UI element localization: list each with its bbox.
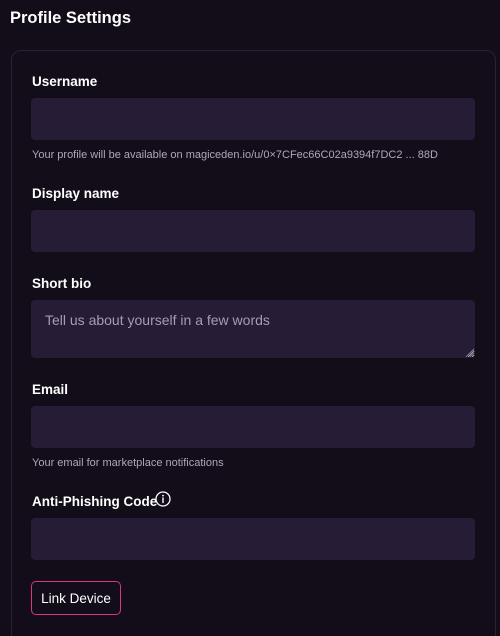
anti-phishing-input[interactable] bbox=[31, 518, 475, 560]
page-title: Profile Settings bbox=[10, 9, 132, 27]
username-label: Username bbox=[32, 74, 98, 89]
username-input[interactable] bbox=[31, 98, 475, 140]
short-bio-label: Short bio bbox=[32, 276, 92, 291]
email-hint: Your email for marketplace notifications bbox=[32, 457, 224, 469]
display-name-label: Display name bbox=[32, 186, 120, 201]
short-bio-textarea[interactable] bbox=[31, 300, 475, 358]
resize-grip-icon[interactable] bbox=[465, 348, 474, 357]
info-circle-icon[interactable] bbox=[155, 491, 171, 507]
link-device-button[interactable]: Link Device bbox=[31, 581, 121, 615]
profile-settings-page: Profile Settings Username Your profile w… bbox=[0, 0, 500, 636]
display-name-input[interactable] bbox=[31, 210, 475, 252]
email-label: Email bbox=[32, 382, 69, 397]
username-hint: Your profile will be available on magice… bbox=[32, 149, 438, 161]
anti-phishing-label: Anti-Phishing Code bbox=[32, 494, 158, 509]
email-input[interactable] bbox=[31, 406, 475, 448]
